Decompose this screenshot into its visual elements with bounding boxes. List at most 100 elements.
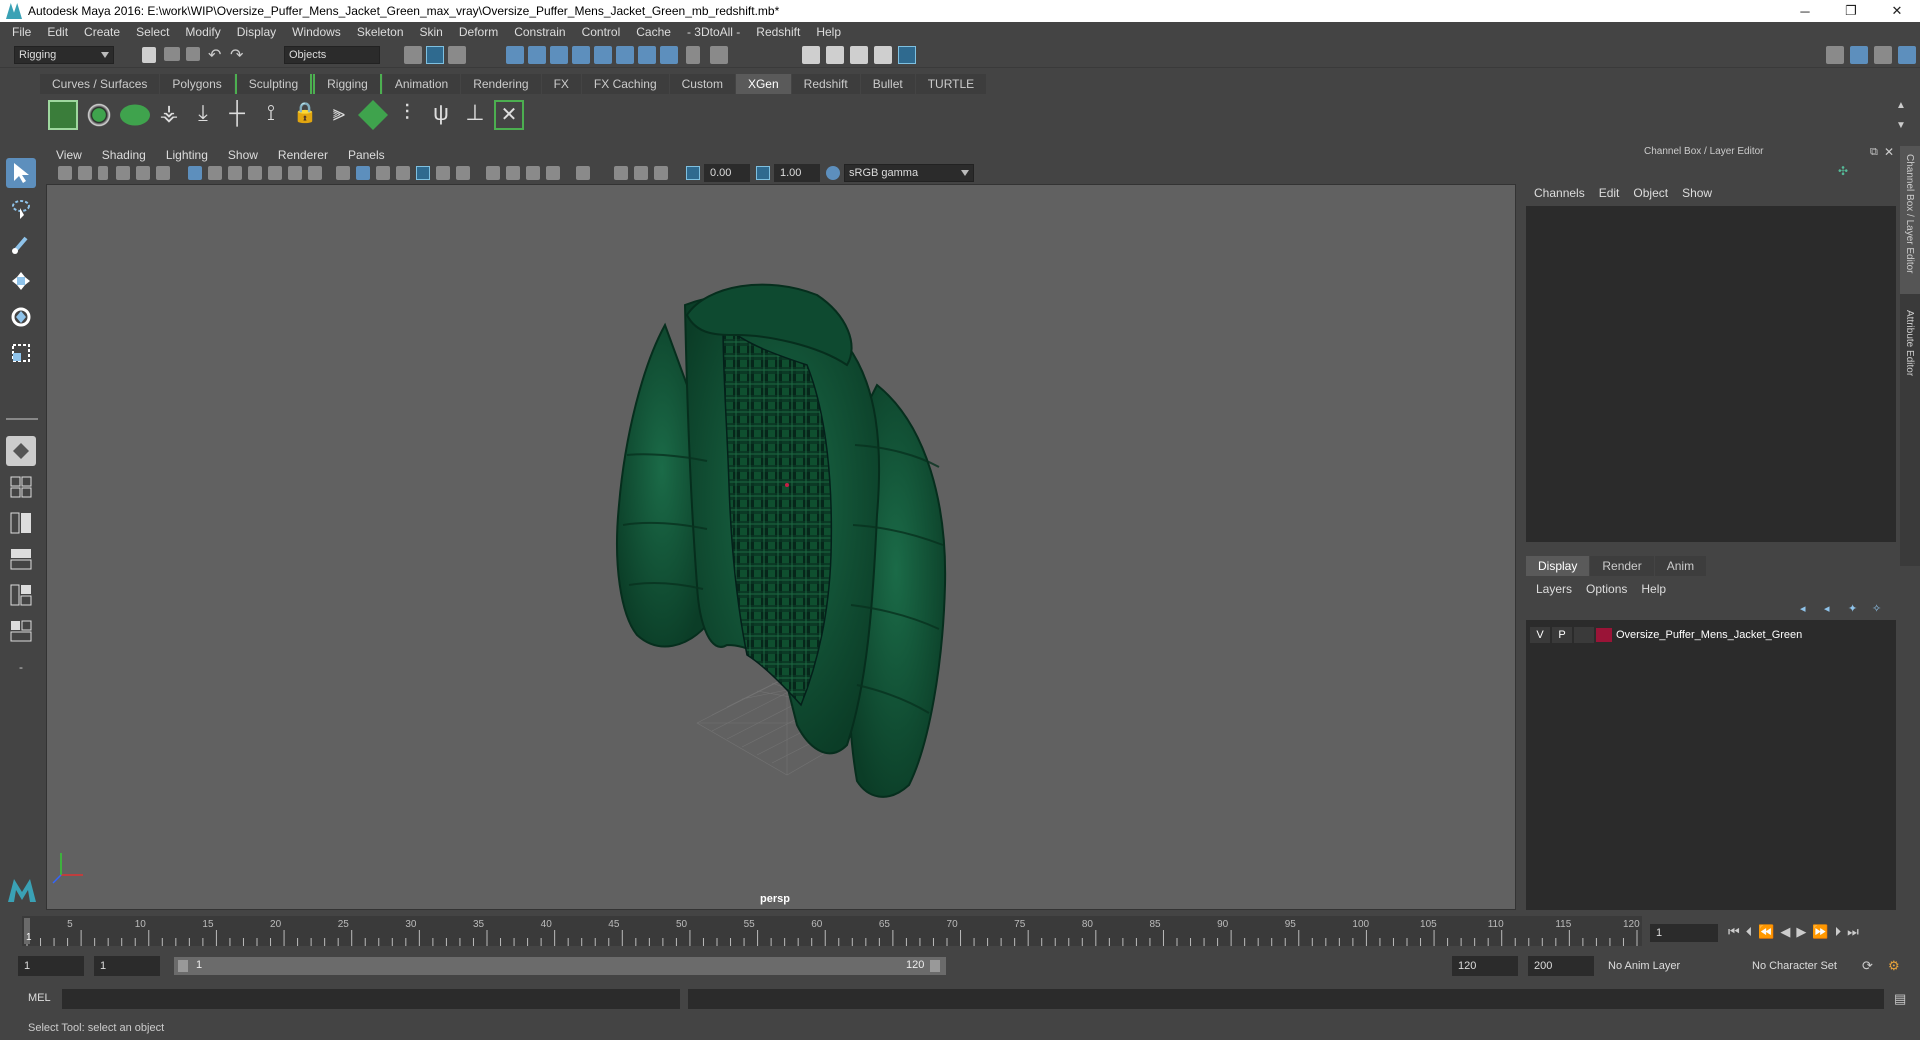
shelf-tab-animation[interactable]: Animation — [382, 74, 461, 94]
groom-brush-icon[interactable]: ψ — [426, 100, 456, 130]
vp-menu-view[interactable]: View — [46, 148, 92, 162]
vp-menu-lighting[interactable]: Lighting — [156, 148, 218, 162]
frame-all-icon[interactable] — [654, 166, 668, 180]
guide-sculpt-icon[interactable]: ⫸ — [324, 100, 354, 130]
exposure-icon[interactable] — [686, 166, 700, 180]
layer-color-swatch[interactable] — [1596, 628, 1612, 642]
shelf-tab-curves-surfaces[interactable]: Curves / Surfaces — [40, 74, 160, 94]
rebuild-guides-icon[interactable]: ⫶ — [392, 100, 422, 130]
shelf-tab-bullet[interactable]: Bullet — [860, 74, 915, 94]
shelf-tab-fx-caching[interactable]: FX Caching — [581, 74, 669, 94]
guide-length-icon[interactable]: ⟟ — [256, 100, 286, 130]
layout-options[interactable]: - — [6, 652, 36, 682]
range-start-handle[interactable] — [178, 960, 188, 972]
textured-icon[interactable] — [396, 166, 410, 180]
scale-tool[interactable] — [6, 338, 36, 368]
single-perspective-layout[interactable] — [6, 436, 36, 466]
smooth-shade-icon[interactable] — [356, 166, 370, 180]
shelf-tab-rendering[interactable]: Rendering — [461, 74, 541, 94]
current-frame-field[interactable]: 1 — [1650, 924, 1718, 942]
menu-control[interactable]: Control — [574, 25, 629, 39]
animation-preferences-icon[interactable]: ⚙ — [1888, 958, 1900, 974]
select-component-icon[interactable] — [448, 46, 466, 64]
toggle-modeling-toolkit-icon[interactable] — [1850, 46, 1868, 64]
restore-button[interactable]: ❐ — [1828, 0, 1874, 22]
screen-space-ao-icon[interactable] — [456, 166, 470, 180]
layer-visibility-toggle[interactable]: V — [1530, 627, 1550, 643]
wireframe-icon[interactable] — [336, 166, 350, 180]
tab-display[interactable]: Display — [1526, 556, 1590, 576]
grease-pencil-icon[interactable] — [156, 166, 170, 180]
create-collection-icon[interactable] — [120, 104, 150, 126]
move-layer-down-icon[interactable]: ◂ — [1824, 602, 1830, 615]
new-layer-icon[interactable]: ✦ — [1848, 602, 1857, 615]
input-output-icon[interactable] — [710, 46, 728, 64]
layer-row[interactable]: V P Oversize_Puffer_Mens_Jacket_Green — [1530, 626, 1892, 644]
hypershade-persp-layout[interactable] — [6, 580, 36, 610]
redo-icon[interactable]: ↷ — [230, 45, 248, 64]
paint-select-tool[interactable] — [6, 230, 36, 260]
auto-key-icon[interactable]: ⟳ — [1862, 958, 1873, 974]
tab-anim[interactable]: Anim — [1654, 556, 1707, 576]
lock-length-icon[interactable]: 🔒 — [290, 100, 320, 130]
selection-mode-dropdown[interactable]: Objects — [284, 46, 380, 64]
safe-action-icon[interactable] — [288, 166, 302, 180]
range-slider[interactable]: 1 120 — [174, 957, 946, 975]
character-set-dropdown[interactable]: No Character Set — [1748, 956, 1870, 976]
shelf-tab-rigging[interactable]: Rigging — [313, 74, 382, 94]
exposure-field[interactable]: 0.00 — [704, 164, 750, 182]
vp-menu-shading[interactable]: Shading — [92, 148, 156, 162]
2d-pan-zoom-icon[interactable] — [136, 166, 150, 180]
menu-modify[interactable]: Modify — [177, 25, 228, 39]
snap-surface-icon[interactable] — [616, 46, 634, 64]
float-panel-icon[interactable]: ⧉ — [1870, 146, 1878, 159]
save-scene-icon[interactable] — [186, 47, 200, 61]
layer-playback-toggle[interactable]: P — [1552, 627, 1572, 643]
rotate-tool[interactable] — [6, 302, 36, 332]
shelf-scroll-down-icon[interactable]: ▼ — [1896, 120, 1906, 131]
shadows-icon[interactable] — [436, 166, 450, 180]
menu-skeleton[interactable]: Skeleton — [349, 25, 412, 39]
animation-end-field[interactable]: 200 — [1528, 956, 1594, 976]
view-transform-dropdown[interactable]: sRGB gamma — [844, 164, 974, 182]
cut-guides-icon[interactable]: ⊥ — [460, 100, 490, 130]
persp-graph-layout[interactable] — [6, 544, 36, 574]
step-back-frame-icon[interactable]: ⏪ — [1758, 924, 1774, 940]
uv-editor-layout[interactable] — [6, 616, 36, 646]
vp-menu-show[interactable]: Show — [218, 148, 268, 162]
shelf-tab-custom[interactable]: Custom — [669, 74, 735, 94]
menu-display[interactable]: Display — [229, 25, 284, 39]
toggle-attribute-editor-icon[interactable] — [1874, 46, 1892, 64]
le-menu-help[interactable]: Help — [1641, 582, 1666, 596]
isolate-select-icon[interactable] — [576, 166, 590, 180]
render-view-icon[interactable] — [802, 46, 820, 64]
snap-curve-icon[interactable] — [528, 46, 546, 64]
select-hierarchy-icon[interactable] — [404, 46, 422, 64]
camera-attributes-icon[interactable] — [78, 166, 92, 180]
hypershade-icon[interactable] — [898, 46, 916, 64]
resolution-gate-icon[interactable] — [228, 166, 242, 180]
playback-end-field[interactable]: 120 — [1452, 956, 1518, 976]
add-guides-icon[interactable]: ⚶ — [154, 100, 184, 130]
perspective-viewport[interactable] — [46, 184, 1516, 910]
minimize-button[interactable]: ─ — [1782, 0, 1828, 22]
xray-icon[interactable] — [546, 166, 560, 180]
menu-skin[interactable]: Skin — [412, 25, 451, 39]
safe-title-icon[interactable] — [308, 166, 322, 180]
side-tab-attribute-editor-label[interactable]: Attribute Editor — [1904, 310, 1915, 376]
menu-select[interactable]: Select — [128, 25, 177, 39]
vp-menu-panels[interactable]: Panels — [338, 148, 395, 162]
layer-type-toggle[interactable] — [1574, 627, 1594, 643]
anim-layer-dropdown[interactable]: No Anim Layer — [1604, 956, 1736, 976]
le-menu-options[interactable]: Options — [1586, 582, 1627, 596]
step-forward-frame-icon[interactable]: ⏩ — [1812, 924, 1828, 940]
open-scene-icon[interactable] — [164, 47, 180, 61]
cb-menu-edit[interactable]: Edit — [1599, 186, 1620, 200]
menu-deform[interactable]: Deform — [451, 25, 506, 39]
cb-menu-object[interactable]: Object — [1633, 186, 1668, 200]
maya-home-icon[interactable] — [6, 876, 38, 904]
create-description-icon[interactable] — [84, 100, 114, 130]
multisample-aa-icon[interactable] — [506, 166, 520, 180]
animation-start-field[interactable]: 1 — [18, 956, 84, 976]
menuset-dropdown[interactable]: Rigging — [14, 46, 114, 64]
